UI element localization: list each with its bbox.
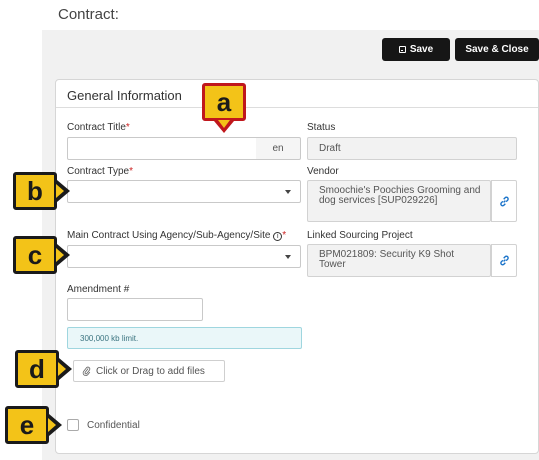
callout-d-pointer-fill [58,362,66,376]
project-link-button[interactable] [491,244,517,277]
required-mark: * [129,166,133,177]
callout-e: e [5,406,49,444]
paperclip-icon [82,366,91,376]
vendor-link-button[interactable] [491,180,517,222]
link-icon [499,255,509,266]
main-contract-agency-select[interactable] [67,245,301,268]
callout-c: c [13,236,57,274]
contract-title-label: Contract Title* [67,122,130,133]
save-button[interactable]: Save [382,38,450,61]
contract-type-label: Contract Type* [67,166,133,177]
callout-a-pointer-fill [218,120,230,128]
status-label: Status [307,122,336,133]
vendor-value: Smoochie's Poochies Grooming and dog ser… [307,180,491,222]
main-contract-agency-label-text: Main Contract Using Agency/Sub-Agency/Si… [67,230,271,241]
upload-label: Click or Drag to add files [96,365,205,377]
contract-type-select[interactable] [67,180,301,203]
save-and-close-button[interactable]: Save & Close [455,38,539,61]
language-selector[interactable]: en [256,137,301,160]
callout-b: b [13,172,57,210]
caret-down-icon [285,255,291,259]
confidential-label: Confidential [87,420,140,431]
linked-sourcing-project-label: Linked Sourcing Project [307,230,413,241]
amendment-input[interactable] [67,298,203,321]
page-title: Contract: [58,6,119,23]
callout-b-pointer-fill [56,184,64,198]
callout-d: d [15,350,59,388]
callout-e-pointer-fill [48,418,56,432]
caret-down-icon [285,190,291,194]
contract-title-input[interactable] [67,137,257,160]
callout-a: a [202,83,246,121]
info-circle-icon[interactable]: i [273,232,283,241]
panel-title: General Information [67,88,182,103]
vendor-label: Vendor [307,166,339,177]
contract-type-label-text: Contract Type [67,166,130,177]
contract-title-label-text: Contract Title [67,122,126,133]
main-contract-agency-label: Main Contract Using Agency/Sub-Agency/Si… [67,230,286,241]
save-button-label: Save [409,44,434,55]
linked-sourcing-project-value: BPM021809: Security K9 Shot Tower [307,244,491,277]
file-size-limit-notice: 300,000 kb limit. [67,327,302,349]
link-icon [499,196,509,206]
save-and-close-label: Save & Close [465,44,529,55]
floppy-disk-icon [398,46,406,53]
callout-c-pointer-fill [56,248,64,262]
required-mark: * [282,230,287,241]
panel-header: General Information [56,80,538,108]
file-upload-dropzone[interactable]: Click or Drag to add files [73,360,225,382]
status-value: Draft [307,137,517,160]
required-mark: * [125,122,130,133]
confidential-checkbox[interactable] [67,419,79,431]
amendment-label: Amendment # [67,284,130,295]
